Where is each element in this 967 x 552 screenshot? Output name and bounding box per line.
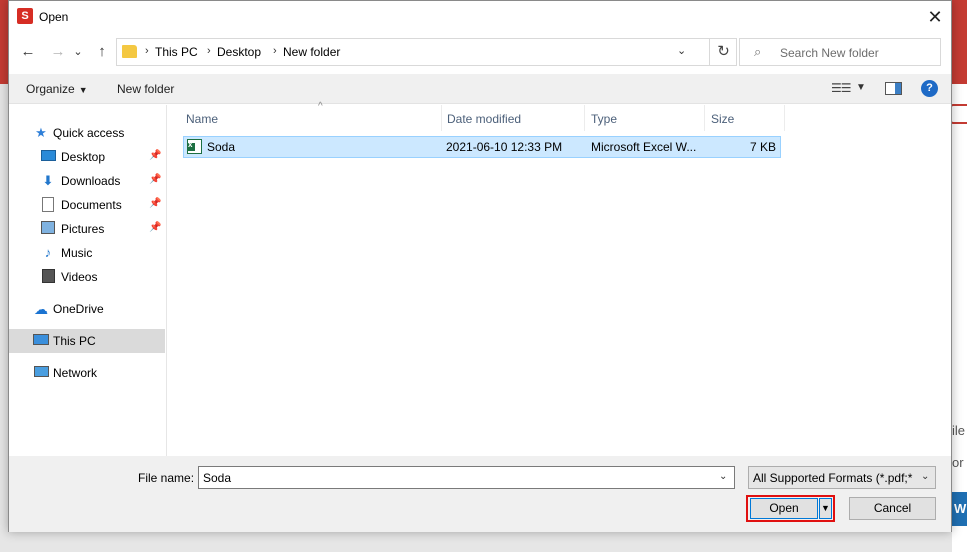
column-header-size[interactable]: Size	[705, 105, 785, 131]
refresh-button[interactable]: ↻	[709, 39, 737, 65]
pin-icon: 📌	[149, 150, 162, 161]
app-icon: S	[17, 8, 33, 24]
background-app-button: W	[952, 492, 967, 526]
download-icon: ⬇	[42, 173, 54, 188]
search-input[interactable]: ⌕ Search New folder	[739, 38, 941, 66]
file-size: 7 KB	[749, 140, 776, 154]
background-text-fragment: ile	[952, 423, 966, 438]
file-date-modified: 2021-06-10 12:33 PM	[446, 140, 563, 154]
sidebar-item-label: This PC	[53, 334, 96, 348]
sort-ascending-icon: ^	[318, 101, 323, 112]
dialog-title: Open	[39, 10, 69, 24]
sidebar-item-videos[interactable]: Videos	[9, 265, 165, 289]
sidebar-item-label: Downloads	[61, 174, 121, 188]
desktop-icon	[40, 149, 56, 165]
breadcrumb-desktop[interactable]: Desktop	[217, 45, 261, 59]
table-row[interactable]: Soda 2021-06-10 12:33 PM Microsoft Excel…	[183, 136, 781, 158]
documents-icon	[40, 197, 56, 213]
chevron-down-icon: ⌄	[921, 471, 930, 482]
pictures-icon	[40, 221, 56, 237]
forward-button[interactable]: →	[46, 41, 70, 63]
sidebar-item-onedrive[interactable]: ☁ OneDrive	[9, 297, 165, 321]
dialog-footer: File name: Soda ⌄ All Supported Formats …	[9, 456, 951, 532]
sidebar-item-quick-access[interactable]: ★ Quick access	[9, 121, 165, 145]
breadcrumb-this-pc[interactable]: This PC	[155, 45, 198, 59]
computer-icon	[33, 333, 49, 349]
help-icon[interactable]: ?	[921, 80, 938, 97]
new-folder-button[interactable]: New folder	[117, 82, 174, 96]
network-icon	[33, 365, 49, 381]
recent-locations-dropdown[interactable]: ⌄	[71, 41, 85, 63]
sidebar-item-desktop[interactable]: Desktop 📌	[9, 145, 165, 169]
sidebar-item-label: Quick access	[53, 126, 125, 140]
sidebar-item-network[interactable]: Network	[9, 361, 165, 385]
breadcrumb-separator-icon: ›	[207, 45, 211, 57]
sidebar-item-pictures[interactable]: Pictures 📌	[9, 217, 165, 241]
file-name-value: Soda	[203, 471, 232, 485]
preview-pane-icon[interactable]	[885, 82, 902, 95]
column-header-date-modified[interactable]: Date modified	[441, 105, 585, 131]
excel-file-icon	[187, 139, 202, 154]
command-toolbar: Organize ▼ New folder ☰☰ ▼ ?	[9, 74, 951, 104]
search-icon: ⌕	[754, 44, 762, 59]
organize-menu[interactable]: Organize ▼	[26, 82, 88, 96]
sidebar-item-label: Desktop	[61, 150, 106, 164]
search-placeholder: Search New folder	[780, 46, 879, 60]
pin-icon: 📌	[149, 174, 162, 185]
cloud-icon: ☁	[34, 301, 48, 317]
organize-label: Organize	[26, 82, 75, 96]
navigation-pane: ★ Quick access Desktop 📌 ⬇ Downloads 📌 D…	[9, 105, 167, 456]
open-button[interactable]: Open	[750, 498, 818, 519]
pin-icon: 📌	[149, 198, 162, 209]
sidebar-item-label: Videos	[61, 270, 98, 284]
column-header-label: Type	[591, 112, 618, 126]
sidebar-item-documents[interactable]: Documents 📌	[9, 193, 165, 217]
sidebar-item-label: Documents	[61, 198, 122, 212]
chevron-down-icon[interactable]: ⌄	[677, 44, 686, 57]
sidebar-item-label: Network	[53, 366, 98, 380]
open-options-dropdown[interactable]: ▼	[819, 498, 832, 519]
column-header-label: Size	[711, 112, 735, 126]
cancel-button[interactable]: Cancel	[849, 497, 936, 520]
file-type: Microsoft Excel W...	[591, 140, 697, 154]
caret-down-icon[interactable]: ▼	[856, 82, 866, 93]
background-app-logo	[950, 104, 967, 124]
sidebar-item-label: Music	[61, 246, 93, 260]
view-options-icon[interactable]: ☰☰	[831, 81, 852, 95]
chevron-down-icon[interactable]: ⌄	[719, 471, 727, 482]
title-bar: S Open ✕	[9, 1, 951, 33]
breadcrumb-separator-icon: ›	[273, 45, 277, 57]
videos-icon	[40, 269, 56, 285]
pin-icon: 📌	[149, 222, 162, 233]
column-header-label: Date modified	[447, 112, 522, 126]
open-file-dialog: S Open ✕ ← → ⌄ ↑ › This PC › Desktop › N…	[8, 0, 952, 532]
file-name-label: File name:	[138, 471, 195, 485]
caret-down-icon: ▼	[78, 85, 88, 95]
file-name-field[interactable]: Soda ⌄	[198, 466, 735, 489]
sidebar-item-label: Pictures	[61, 222, 105, 236]
address-bar[interactable]: › This PC › Desktop › New folder ⌄ ↻	[116, 38, 737, 66]
sidebar-item-downloads[interactable]: ⬇ Downloads 📌	[9, 169, 165, 193]
up-button[interactable]: ↑	[90, 41, 114, 63]
file-type-filter[interactable]: All Supported Formats (*.pdf;*.c ⌄	[748, 466, 936, 489]
close-button[interactable]: ✕	[921, 4, 949, 30]
back-button[interactable]: ←	[16, 41, 40, 63]
sidebar-item-this-pc[interactable]: This PC	[9, 329, 165, 353]
file-type-filter-value: All Supported Formats (*.pdf;*.c	[753, 471, 913, 485]
file-list: ^ Name Date modified Type Size Soda 2021…	[168, 101, 951, 456]
breadcrumb-new-folder[interactable]: New folder	[283, 45, 340, 59]
file-name: Soda	[207, 140, 236, 154]
column-header-type[interactable]: Type	[585, 105, 705, 131]
music-icon: ♪	[44, 245, 52, 260]
star-icon: ★	[35, 125, 47, 140]
background-app-panel	[952, 84, 967, 552]
background-text-fragment: or	[952, 455, 964, 470]
column-header-name[interactable]: ^ Name	[180, 101, 442, 131]
breadcrumb-separator-icon: ›	[145, 45, 149, 57]
sidebar-item-music[interactable]: ♪ Music	[9, 241, 165, 265]
sidebar-item-label: OneDrive	[53, 302, 104, 316]
column-header-label: Name	[186, 112, 219, 126]
folder-icon	[122, 45, 137, 58]
